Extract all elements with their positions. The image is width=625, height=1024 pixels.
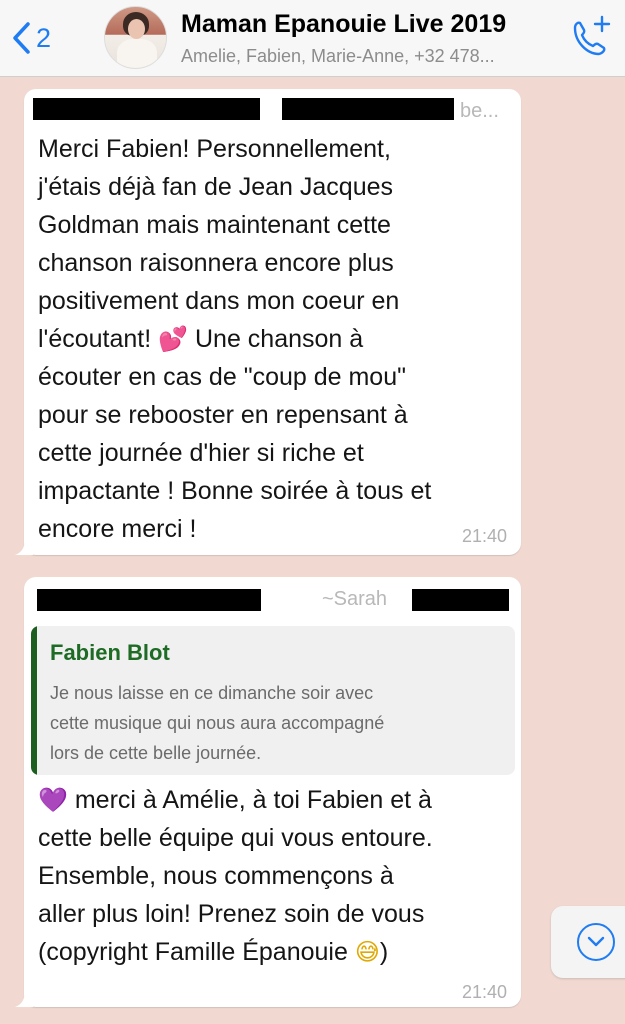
message-line: j'étais déjà fan de Jean Jacques	[38, 173, 394, 201]
redacted-sender	[412, 589, 509, 611]
message-line: impactante ! Bonne soirée à tous et	[38, 477, 432, 505]
two-hearts-icon: 💕	[158, 325, 189, 353]
add-call-button[interactable]	[567, 14, 615, 60]
message-fragment: (copyright Famille Épanouie	[38, 938, 348, 966]
unread-count: 2	[36, 22, 52, 53]
sweat-smile-icon: 😅	[354, 938, 380, 966]
message-line: encore merci !	[38, 515, 197, 543]
message-fragment: )	[379, 938, 389, 966]
message-line: chanson raisonnera encore plus	[38, 249, 394, 277]
sender-name: ~Sarah	[322, 588, 388, 610]
chat-header: 2 Maman Epanouie Live 2019 Amelie, Fabie…	[0, 0, 625, 77]
message-line: positivement dans mon coeur en	[38, 287, 400, 315]
message-bubble[interactable]: be... Merci Fabien! Personnellement, j'é…	[15, 89, 521, 555]
message-line: pour se rebooster en repensant à	[38, 401, 408, 429]
quoted-line: Je nous laisse en ce dimanche soir avec	[50, 683, 374, 703]
message-line: Goldman mais maintenant cette	[38, 211, 391, 239]
redacted-sender	[37, 589, 261, 611]
message-fragment: merci à Amélie, à toi Fabien et à	[74, 786, 432, 814]
chevron-down-icon	[587, 936, 605, 947]
message-bubble[interactable]: ~Sarah Fabien Blot Je nous laisse en ce …	[15, 577, 521, 1007]
quoted-message[interactable]: Fabien Blot Je nous laisse en ce dimanch…	[31, 626, 515, 775]
message-fragment: l'écoutant!	[38, 325, 152, 353]
chat-participants[interactable]: Amelie, Fabien, Marie-Anne, +32 478...	[181, 46, 495, 67]
message-line: 💜 merci à Amélie, à toi Fabien et à	[38, 781, 518, 819]
message-line: Merci Fabien! Personnellement,	[38, 135, 391, 163]
chevron-left-icon	[13, 22, 30, 54]
quoted-sender: Fabien Blot	[50, 640, 170, 665]
message-time: 21:40	[461, 526, 507, 546]
message-text: Merci Fabien! Personnellement, j'étais d…	[38, 130, 518, 548]
scroll-to-bottom-button[interactable]	[551, 906, 625, 978]
message-time: 21:40	[461, 982, 507, 1002]
bubble-tail-icon	[15, 539, 33, 555]
quote-bar	[31, 626, 37, 775]
group-avatar[interactable]	[104, 6, 167, 69]
message-line: cette journée d'hier si riche et	[38, 439, 364, 467]
sender-name-suffix: be...	[460, 100, 499, 122]
redacted-sender	[282, 98, 454, 120]
message-fragment: Une chanson à	[194, 325, 364, 353]
quoted-text: Je nous laisse en ce dimanche soir avec …	[50, 678, 384, 768]
quoted-line: lors de cette belle journée.	[50, 743, 262, 763]
quoted-line: cette musique qui nous aura accompagné	[50, 713, 385, 733]
redacted-sender	[33, 98, 260, 120]
purple-heart-icon: 💜	[38, 786, 68, 814]
add-call-icon	[573, 15, 611, 56]
message-line: écouter en cas de "coup de mou"	[38, 363, 406, 391]
message-line: aller plus loin! Prenez soin de vous	[38, 900, 425, 928]
message-line: l'écoutant! 💕 Une chanson à	[38, 320, 518, 358]
message-text: 💜 merci à Amélie, à toi Fabien et à cett…	[38, 781, 518, 971]
message-line: (copyright Famille Épanouie 😅)	[38, 933, 518, 971]
bubble-tail-icon	[15, 991, 33, 1007]
message-line: cette belle équipe qui vous entoure.	[38, 824, 433, 852]
chat-title[interactable]: Maman Epanouie Live 2019	[181, 10, 506, 39]
chevron-down-circle-icon	[577, 923, 615, 961]
back-button[interactable]: 2	[10, 20, 51, 56]
message-line: Ensemble, nous commençons à	[38, 862, 394, 890]
